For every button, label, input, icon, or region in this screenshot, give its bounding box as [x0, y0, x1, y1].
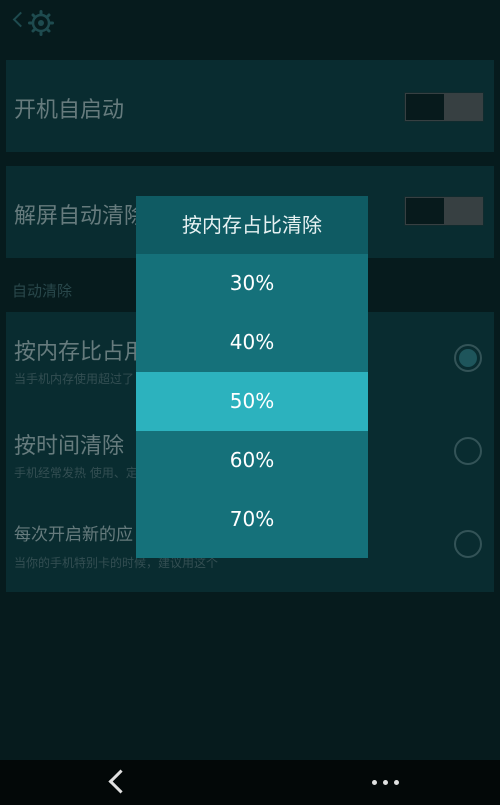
dialog-option-70[interactable]: 70% — [136, 490, 368, 549]
more-dots-icon[interactable] — [370, 760, 402, 805]
dialog-option-60[interactable]: 60% — [136, 431, 368, 490]
screen: 开机自启动 解屏自动清除 自动清除 按内存比占用 当手机内存使用超过了 按时间清… — [0, 0, 500, 805]
dialog-option-50[interactable]: 50% — [136, 372, 368, 431]
dialog-option-40[interactable]: 40% — [136, 313, 368, 372]
dialog-option-30[interactable]: 30% — [136, 254, 368, 313]
dialog-title: 按内存占比清除 — [136, 196, 368, 254]
bottom-navbar — [0, 760, 500, 805]
back-arrow-icon[interactable] — [108, 769, 133, 794]
memory-threshold-dialog: 按内存占比清除 30% 40% 50% 60% 70% — [136, 196, 368, 558]
